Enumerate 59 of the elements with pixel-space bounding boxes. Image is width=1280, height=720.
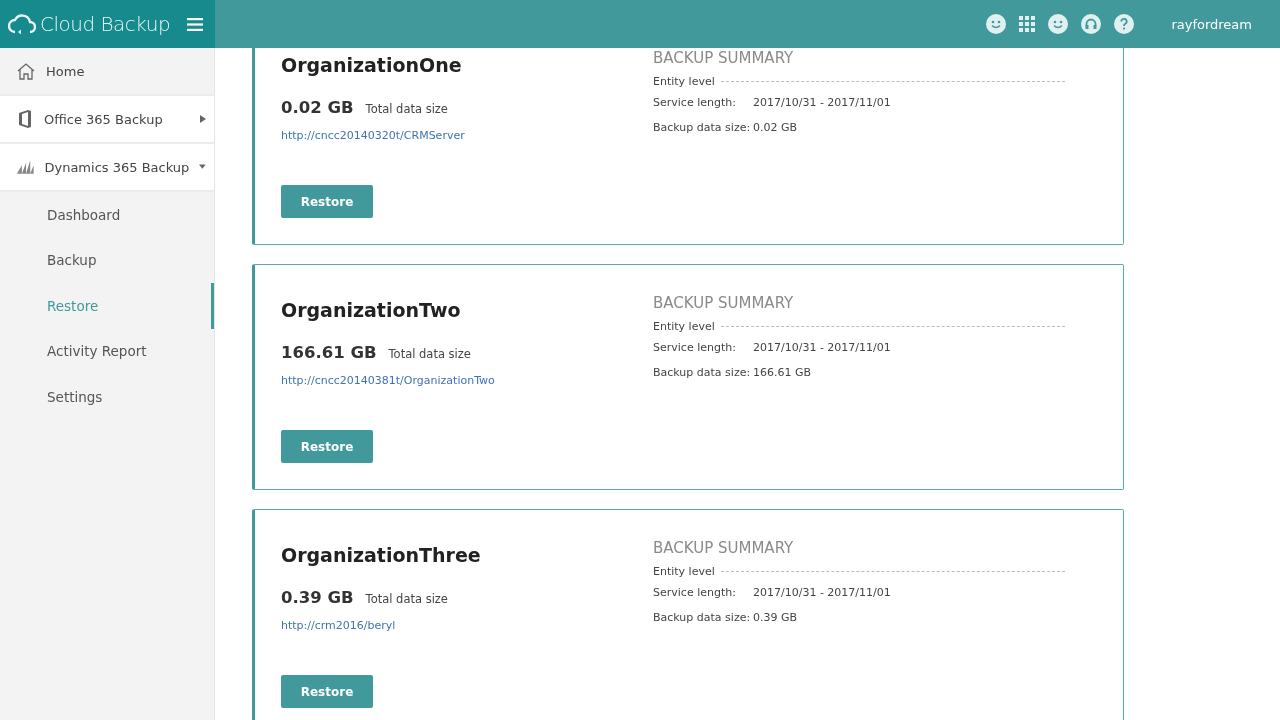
apps-grid-icon: [1019, 16, 1036, 32]
brand-name: Cloud Backup: [40, 12, 172, 36]
entity-level-label: Entity level: [653, 320, 715, 333]
summary-title: BACKUP SUMMARY: [653, 294, 795, 312]
organization-link[interactable]: http://cncc20140381t/OrganizationTwo: [281, 374, 653, 387]
menu-icon: [187, 17, 203, 31]
backup-size-value: 0.39 GB: [753, 611, 798, 624]
smiley-button[interactable]: [986, 14, 1007, 34]
entity-level-label: Entity level: [653, 565, 715, 578]
data-size-label: Total data size: [388, 347, 471, 361]
smiley-icon: [986, 14, 1007, 34]
home-icon: [16, 62, 36, 80]
backup-size-value: 0.02 GB: [753, 121, 798, 134]
nav-subitem[interactable]: Dashboard: [0, 192, 214, 238]
service-length-value: 2017/10/31 - 2017/11/01: [753, 586, 891, 599]
organization-name: OrganizationThree: [281, 544, 482, 566]
service-length-label: Service length:: [653, 586, 737, 599]
restore-button[interactable]: Restore: [281, 675, 373, 708]
backup-size-label: Backup data size:: [653, 121, 752, 134]
backup-size-value: 166.61 GB: [753, 366, 812, 379]
cloud-logo-icon: [8, 14, 36, 34]
nav-subitem[interactable]: Settings: [0, 374, 214, 420]
organization-name: OrganizationOne: [281, 54, 463, 76]
service-length-value: 2017/10/31 - 2017/11/01: [753, 96, 891, 109]
nav-subitem[interactable]: Backup: [0, 237, 214, 283]
nav-item[interactable]: Dynamics 365 Backup: [0, 144, 214, 192]
smiley-icon: [1048, 14, 1069, 34]
nav-label: Office 365 Backup: [44, 111, 164, 127]
nav-subitem[interactable]: Restore: [0, 283, 214, 329]
data-size: 0.02 GB: [281, 98, 354, 117]
entity-level-label: Entity level: [653, 75, 715, 88]
organization-link[interactable]: http://cncc20140320t/CRMServer: [281, 129, 653, 142]
nav-label: Dynamics 365 Backup: [44, 159, 190, 175]
data-size-label: Total data size: [365, 592, 448, 606]
support-button[interactable]: [1081, 14, 1102, 34]
restore-button[interactable]: Restore: [281, 185, 373, 218]
support-icon: [1081, 14, 1102, 34]
summary-title: BACKUP SUMMARY: [653, 539, 795, 557]
data-size-label: Total data size: [365, 102, 448, 116]
service-length-value: 2017/10/31 - 2017/11/01: [753, 341, 891, 354]
office-icon: [16, 109, 34, 129]
summary-title: BACKUP SUMMARY: [653, 49, 795, 67]
organization-link[interactable]: http://crm2016/beryl: [281, 619, 653, 632]
user-name[interactable]: rayfordream: [1171, 16, 1252, 32]
nav-label: Home: [46, 63, 86, 79]
service-length-label: Service length:: [653, 96, 737, 109]
help-icon: [1114, 14, 1135, 34]
nav-subitem[interactable]: Activity Report: [0, 328, 214, 374]
data-size: 166.61 GB: [281, 343, 377, 362]
organization-name: OrganizationTwo: [281, 299, 462, 321]
restore-button[interactable]: Restore: [281, 430, 373, 463]
nav-item[interactable]: Office 365 Backup: [0, 96, 214, 144]
help-button[interactable]: [1114, 14, 1135, 34]
apps-button[interactable]: [1019, 16, 1036, 32]
backup-size-label: Backup data size:: [653, 366, 752, 379]
smiley-button[interactable]: [1048, 14, 1069, 34]
backup-size-label: Backup data size:: [653, 611, 752, 624]
data-size: 0.39 GB: [281, 588, 354, 607]
service-length-label: Service length:: [653, 341, 737, 354]
